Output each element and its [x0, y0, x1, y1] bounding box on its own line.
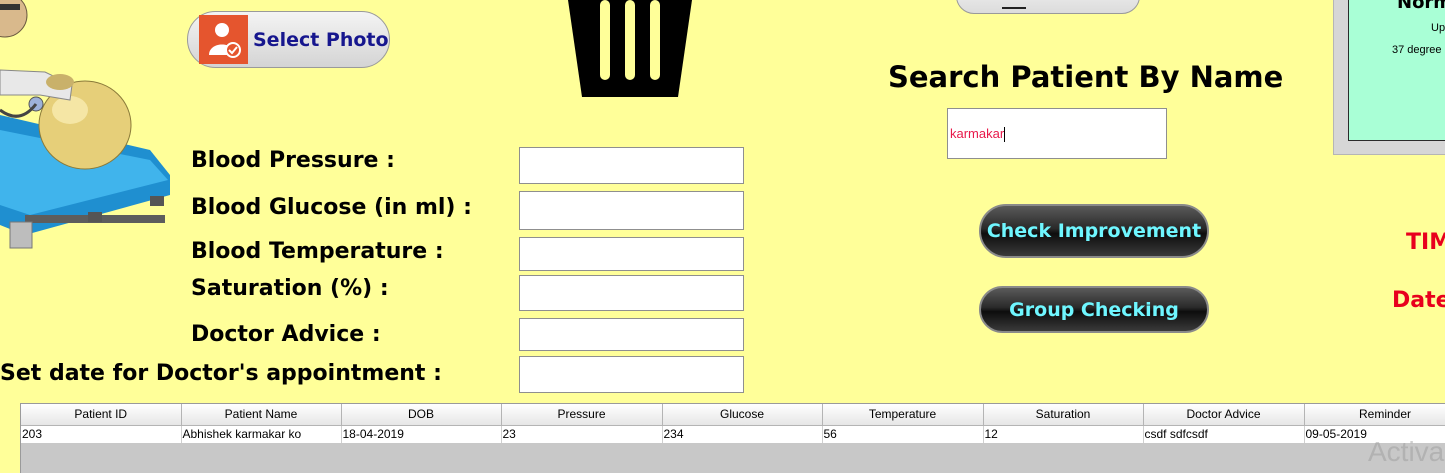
group-checking-button[interactable]: Group Checking [979, 286, 1209, 333]
select-photo-label: Select Photo [253, 28, 389, 51]
table-cell[interactable]: 56 [822, 425, 984, 443]
search-input-value: karmakar [950, 126, 1005, 141]
column-header[interactable]: Saturation [983, 404, 1144, 426]
table-cell[interactable]: 23 [501, 425, 663, 443]
top-button[interactable] [956, 0, 1140, 14]
table-cell[interactable]: Abhishek karmakar ko [181, 425, 342, 443]
blood-temperature-input[interactable] [519, 237, 744, 271]
check-improvement-button[interactable]: Check Improvement [979, 204, 1209, 258]
table-cell[interactable]: 203 [21, 425, 182, 443]
table-cell[interactable]: 18-04-2019 [341, 425, 502, 443]
info-panel [1333, 0, 1445, 155]
table-cell[interactable]: 12 [983, 425, 1144, 443]
search-input[interactable]: karmakar [947, 108, 1167, 159]
column-header[interactable]: Reminder [1304, 404, 1445, 426]
patient-table[interactable]: Patient ID Patient Name DOB Pressure Glu… [20, 403, 1445, 473]
blood-pressure-label: Blood Pressure : [191, 148, 395, 173]
column-header[interactable]: DOB [341, 404, 502, 426]
blood-glucose-label: Blood Glucose (in ml) : [191, 195, 472, 220]
date-label: Date [1392, 288, 1445, 313]
column-header[interactable]: Patient Name [181, 404, 342, 426]
column-header[interactable]: Temperature [822, 404, 984, 426]
text-caret [1004, 127, 1006, 143]
activation-watermark: Activa [1368, 436, 1445, 467]
patient-table-grid: Patient ID Patient Name DOB Pressure Glu… [21, 404, 1445, 443]
trash-icon[interactable] [562, 0, 698, 100]
doctor-advice-label: Doctor Advice : [191, 322, 381, 347]
select-photo-button[interactable]: Select Photo [187, 11, 390, 68]
column-header[interactable]: Patient ID [21, 404, 182, 426]
blood-pressure-input[interactable] [519, 147, 744, 184]
info-panel-title: Norm [1397, 0, 1445, 13]
table-cell[interactable]: 234 [662, 425, 823, 443]
mnemonic-underline [1002, 7, 1026, 9]
info-panel-line2: 37 degree [1392, 44, 1442, 56]
table-header-row: Patient ID Patient Name DOB Pressure Glu… [21, 404, 1445, 426]
column-header[interactable]: Pressure [501, 404, 663, 426]
appointment-date-label: Set date for Doctor's appointment : [0, 361, 442, 386]
table-cell[interactable]: csdf sdfcsdf [1143, 425, 1305, 443]
time-label: TIM [1406, 230, 1445, 255]
info-panel-line1: Up [1431, 22, 1445, 34]
column-header[interactable]: Doctor Advice [1143, 404, 1305, 426]
patient-illustration [0, 0, 170, 249]
appointment-date-input[interactable] [519, 356, 744, 393]
search-title: Search Patient By Name [888, 60, 1284, 94]
table-row[interactable]: 203 Abhishek karmakar ko 18-04-2019 23 2… [21, 425, 1445, 443]
blood-temperature-label: Blood Temperature : [191, 239, 444, 264]
column-header[interactable]: Glucose [662, 404, 823, 426]
user-photo-icon [199, 15, 248, 64]
saturation-input[interactable] [519, 275, 744, 311]
saturation-label: Saturation (%) : [191, 276, 389, 301]
blood-glucose-input[interactable] [519, 191, 744, 230]
doctor-advice-input[interactable] [519, 318, 744, 351]
